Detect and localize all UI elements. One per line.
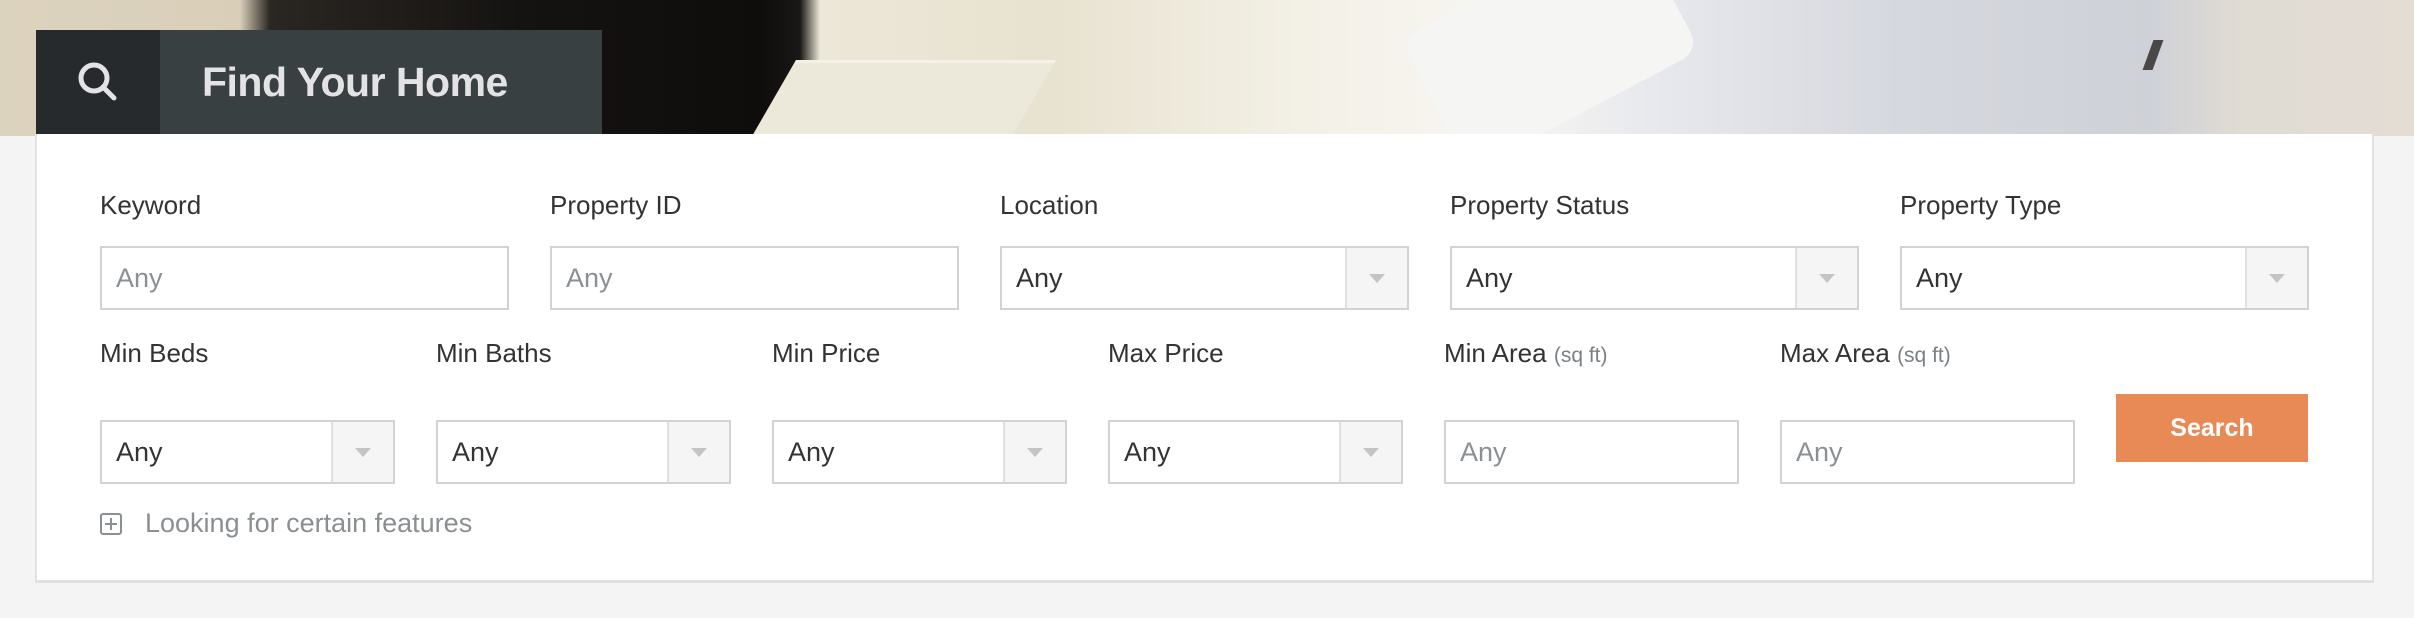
keyword-input-box[interactable] xyxy=(100,246,509,310)
find-home-banner: Find Your Home xyxy=(36,30,602,134)
plus-square-icon xyxy=(100,512,122,535)
min-baths-dropdown-toggle[interactable] xyxy=(667,422,729,482)
location-label: Location xyxy=(1000,190,1099,220)
property-id-label: Property ID xyxy=(550,190,682,220)
chevron-down-icon xyxy=(1369,273,1385,283)
banner-title-box: Find Your Home xyxy=(160,30,602,134)
max-area-label-text: Max Area xyxy=(1780,338,1890,368)
property-status-selected-value: Any xyxy=(1466,263,1513,293)
chevron-down-icon xyxy=(2269,273,2285,283)
min-area-label-text: Min Area xyxy=(1444,338,1547,368)
banner-icon-box xyxy=(36,30,160,134)
keyword-input[interactable] xyxy=(102,248,507,308)
property-id-input-box[interactable] xyxy=(550,246,959,310)
min-baths-selected-value: Any xyxy=(452,437,499,467)
min-price-selected-value: Any xyxy=(788,437,835,467)
search-icon xyxy=(78,62,117,101)
min-price-label: Min Price xyxy=(772,338,881,368)
location-dropdown-toggle[interactable] xyxy=(1345,248,1407,308)
min-price-dropdown-toggle[interactable] xyxy=(1003,422,1065,482)
min-area-unit: (sq ft) xyxy=(1553,344,1608,367)
chevron-down-icon xyxy=(691,447,707,457)
property-status-dropdown-toggle[interactable] xyxy=(1795,248,1857,308)
property-status-select[interactable]: Any xyxy=(1450,246,1859,310)
property-status-label: Property Status xyxy=(1450,190,1630,220)
features-toggle-label: Looking for certain features xyxy=(145,508,473,538)
property-type-select[interactable]: Any xyxy=(1900,246,2309,310)
min-baths-label: Min Baths xyxy=(436,338,552,368)
property-type-selected-value: Any xyxy=(1916,263,1963,293)
min-beds-select[interactable]: Any xyxy=(100,420,395,484)
max-area-unit: (sq ft) xyxy=(1897,344,1951,367)
search-form-panel: Keyword Property ID Location Any Propert… xyxy=(35,134,2374,583)
max-area-label: Max Area (sq ft) xyxy=(1780,338,1951,369)
features-toggle[interactable]: Looking for certain features xyxy=(100,508,472,539)
min-area-input-box[interactable] xyxy=(1444,420,1739,484)
min-price-select[interactable]: Any xyxy=(772,420,1067,484)
banner-title: Find Your Home xyxy=(202,58,508,105)
property-id-input[interactable] xyxy=(552,248,957,308)
chevron-down-icon xyxy=(355,447,371,457)
max-price-dropdown-toggle[interactable] xyxy=(1339,422,1401,482)
location-selected-value: Any xyxy=(1016,263,1063,293)
max-area-input-box[interactable] xyxy=(1780,420,2075,484)
min-beds-selected-value: Any xyxy=(116,437,163,467)
max-price-label: Max Price xyxy=(1108,338,1224,368)
chevron-down-icon xyxy=(1819,273,1835,283)
min-baths-select[interactable]: Any xyxy=(436,420,731,484)
location-select[interactable]: Any xyxy=(1000,246,1409,310)
min-area-input[interactable] xyxy=(1446,422,1737,482)
property-type-dropdown-toggle[interactable] xyxy=(2245,248,2307,308)
search-button[interactable]: Search xyxy=(2116,394,2308,462)
sofa-leg-shape xyxy=(2142,40,2164,70)
min-area-label: Min Area (sq ft) xyxy=(1444,338,1608,369)
max-price-selected-value: Any xyxy=(1124,437,1171,467)
min-beds-dropdown-toggle[interactable] xyxy=(331,422,393,482)
property-type-label: Property Type xyxy=(1900,190,2062,220)
max-area-input[interactable] xyxy=(1782,422,2073,482)
chevron-down-icon xyxy=(1363,447,1379,457)
min-beds-label: Min Beds xyxy=(100,338,209,368)
chevron-down-icon xyxy=(1027,447,1043,457)
keyword-label: Keyword xyxy=(100,190,202,220)
max-price-select[interactable]: Any xyxy=(1108,420,1403,484)
